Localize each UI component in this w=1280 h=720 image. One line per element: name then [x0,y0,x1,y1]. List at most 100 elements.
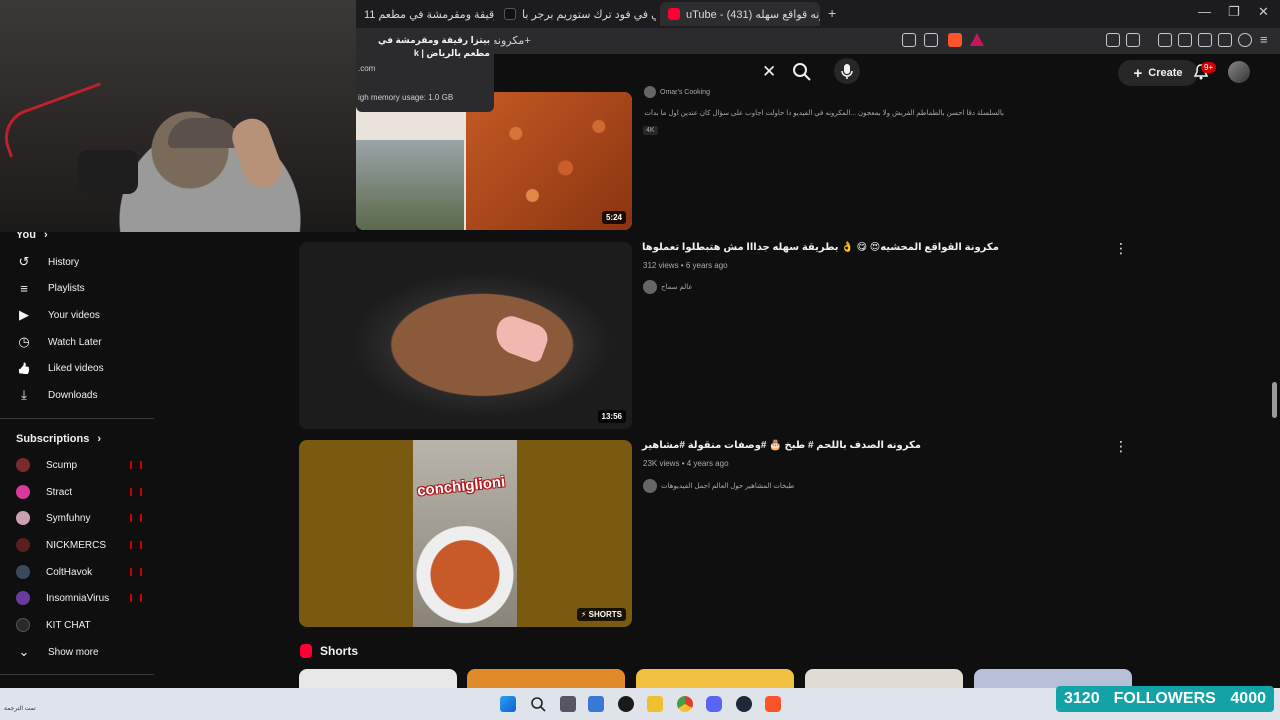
tiktok-icon [504,8,516,20]
spatula-image [490,312,552,364]
avatar [16,565,30,579]
task-view-icon[interactable] [560,696,576,712]
avatar [16,458,30,472]
live-icon [130,594,142,602]
thumbs-up-icon: 👍 [17,362,31,375]
vpn-icon[interactable] [1238,33,1252,47]
video-title[interactable]: مكرونة القواقع المحشيه😍 😋 👌 بطريقة سهله … [642,242,1042,253]
video-thumbnail[interactable]: 13:56 [299,242,632,429]
create-button[interactable]: + Create [1118,60,1198,86]
browser-tab-burger[interactable]: برجر فضائي في فود ترك ستوريم برجر با [496,2,656,26]
sidebar-item-label: History [48,256,80,268]
extensions-icon[interactable] [1106,33,1120,47]
your-videos-icon: ▶ [19,307,29,322]
sidebar-item-your-videos[interactable]: ▶ Your videos [16,303,156,327]
discord-icon[interactable] [706,696,722,712]
browser-tab-pizza[interactable]: بيتزا رقيقة ومقرمشة في مطعم 11 ✕ [356,2,494,26]
subscription-label: KIT CHAT [46,619,91,631]
share-icon[interactable] [924,33,938,47]
wallet-icon[interactable] [1126,33,1140,47]
brave-icon[interactable] [765,696,781,712]
sidebar-sub-nickmercs[interactable]: NICKMERCS [16,533,156,557]
sidebar-sub-colthavok[interactable]: ColtHavok [16,560,156,584]
music-icon[interactable] [1158,33,1172,47]
url-field[interactable]: مكرونه+ [492,34,531,47]
obs-icon[interactable] [618,696,634,712]
followers-goal-widget: 3120 FOLLOWERS 4000 [1056,686,1274,712]
sidebar-divider [0,418,154,419]
avatar [643,280,657,294]
sidebar-sub-stract[interactable]: Stract [16,480,156,504]
notification-count-badge: 9+ [1201,62,1217,73]
sidebar-item-playlists[interactable]: ≡ Playlists [16,276,156,300]
live-icon [130,461,142,469]
subscriptions-section-link[interactable]: Subscriptions › [16,433,101,445]
video-title[interactable]: مكرونه الصدف باللحم # طبخ 🎂 #وصفات منقول… [642,440,1042,451]
channel-name: طبخات المشاهير حول العالم اجمل الفيديوها… [661,483,795,490]
video-thumbnail[interactable]: conchiglioni ⚡ SHORTS [299,440,632,627]
pasta-image [466,92,632,230]
upload-age: 6 years ago [685,261,728,270]
maximize-button[interactable]: ❐ [1228,4,1240,20]
video-duration: 13:56 [597,410,626,423]
streamer-cap-image [168,118,238,148]
file-explorer-icon[interactable] [647,696,663,712]
subscription-label: InsomniaVirus [46,592,110,604]
leo-ai-icon[interactable] [1218,33,1232,47]
conchiglioni-image [413,440,517,627]
start-icon[interactable] [500,696,516,712]
avatar [16,591,30,605]
chef-image [356,140,464,230]
video-channel[interactable]: طبخات المشاهير حول العالم اجمل الفيديوها… [643,479,794,493]
voice-search-button[interactable] [834,58,860,84]
browser-tab-youtube[interactable]: uTube - مكرونه قواقع سهله (431) ✕ [660,2,820,26]
minimize-button[interactable]: — [1198,4,1211,19]
sidebar-item-history[interactable]: ↺ History [16,250,156,274]
sidebar-show-more[interactable]: ⌄ Show more [16,640,156,664]
tab-label: برجر فضائي في فود ترك ستوريم برجر با [522,8,656,21]
search-icon[interactable] [792,62,812,82]
close-window-button[interactable]: ✕ [1258,4,1269,20]
sidebar-toggle-icon[interactable] [1178,33,1192,47]
brave-rewards-icon[interactable] [970,33,984,46]
more-actions-icon[interactable]: ⋮ [1114,438,1128,455]
video-channel[interactable]: Omar's Cooking [644,86,710,98]
page-scrollbar[interactable] [1272,382,1277,418]
avatar [644,86,656,98]
avatar [16,485,30,499]
sidebar-item-downloads[interactable]: ⤓ Downloads [16,383,156,407]
widgets-icon[interactable] [588,696,604,712]
sidebar-sub-scump[interactable]: Scump [16,453,156,477]
video-meta: 312 views • 6 years ago [643,261,728,270]
more-actions-icon[interactable]: ⋮ [1114,240,1128,257]
sidebar-sub-kit-chat[interactable]: KIT CHAT [16,613,156,637]
chrome-icon[interactable] [677,696,693,712]
taskbar-search-icon[interactable] [530,696,546,712]
steam-icon[interactable] [736,696,752,712]
sidebar-sub-symfuhny[interactable]: Symfuhny [16,506,156,530]
sidebar-item-watch-later[interactable]: ◷ Watch Later [16,330,156,354]
followers-goal: 4000 [1230,690,1266,707]
video-channel[interactable]: عالم سماح [643,280,693,294]
video-thumbnail[interactable]: 5:24 [356,92,632,230]
sidebar-item-label: Watch Later [48,336,102,348]
brave-shield-icon[interactable] [948,33,962,47]
account-avatar[interactable] [1228,61,1250,83]
subscription-label: Stract [46,486,73,498]
new-tab-button[interactable]: + [828,5,836,21]
video-description: بالسلسلة دقا احسن بالطماطم القريش ولا بم… [644,110,1004,117]
view-count: 312 views [643,261,679,270]
shorts-heading: Shorts [300,644,358,658]
clear-search-icon[interactable]: ✕ [762,62,776,82]
menu-icon[interactable]: ≡ [1260,32,1268,47]
avatar [643,479,657,493]
history-icon: ↺ [18,254,30,269]
live-icon [130,568,142,576]
shorts-icon [300,644,312,658]
wallet-extension-icon[interactable] [1198,33,1212,47]
screen-cast-icon[interactable] [902,33,916,47]
channel-name: عالم سماح [661,284,693,291]
sidebar-item-liked-videos[interactable]: 👍 Liked videos [16,356,156,380]
shorts-badge-label: SHORTS [588,610,622,619]
sidebar-sub-insomniavirus[interactable]: InsomniaVirus [16,586,156,610]
